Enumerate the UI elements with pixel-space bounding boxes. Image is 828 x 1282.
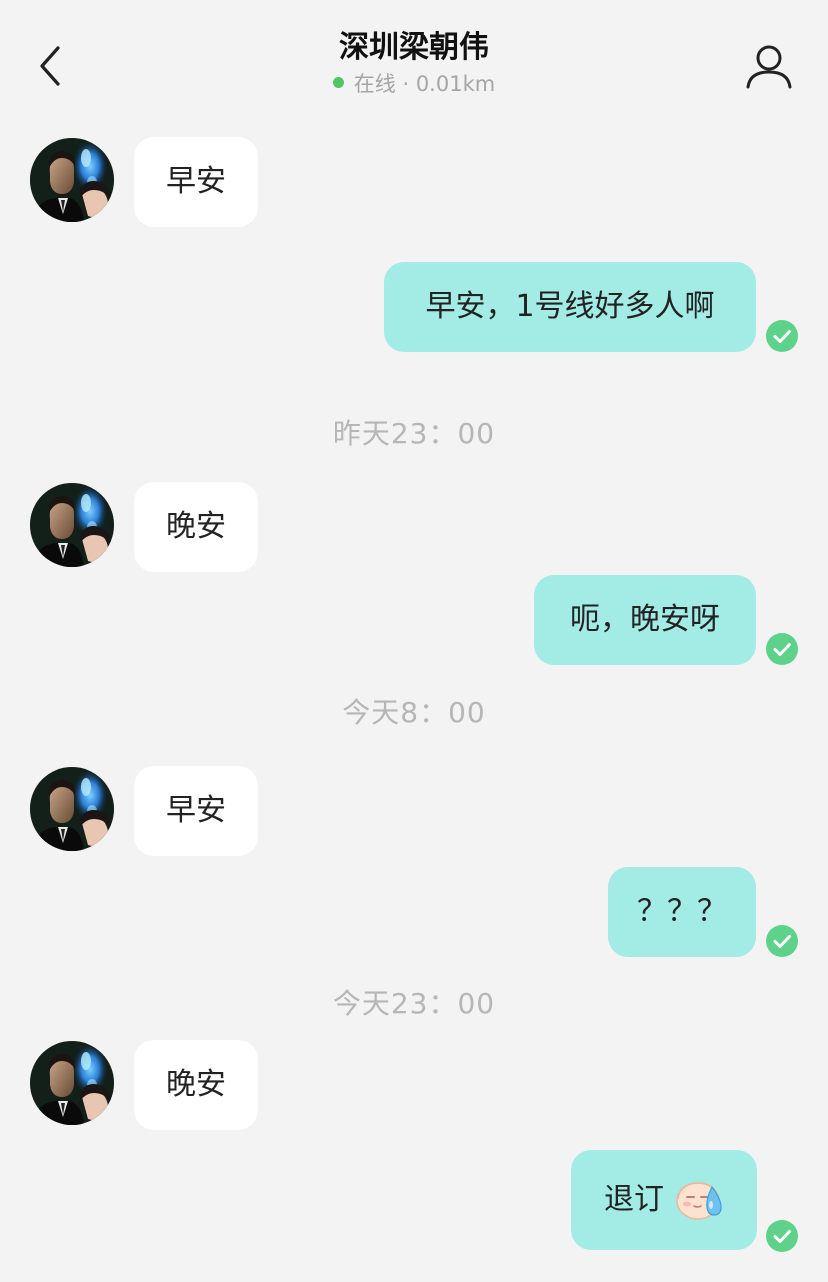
contact-avatar[interactable] (30, 138, 114, 222)
timestamp: 今天23：00 (332, 987, 496, 1020)
outgoing-message[interactable]: 呃，晚安呀 (534, 575, 756, 665)
outgoing-message[interactable]: 退订 (571, 1150, 757, 1250)
person-icon (746, 45, 792, 89)
chat-title: 深圳梁朝伟 (339, 30, 489, 65)
incoming-message[interactable]: 晚安 (134, 1040, 258, 1130)
contact-avatar[interactable] (30, 483, 114, 567)
timestamp: 今天8：00 (342, 696, 486, 729)
timestamp: 昨天23：00 (332, 417, 496, 450)
outgoing-message[interactable]: ？？？ (608, 867, 756, 957)
incoming-message[interactable]: 早安 (134, 766, 258, 856)
contact-avatar[interactable] (30, 767, 114, 851)
chat-status: 在线 · 0.01km (0, 70, 828, 98)
check-circle-icon (766, 1220, 798, 1252)
outgoing-message[interactable]: 早安，1号线好多人啊 (384, 262, 756, 352)
incoming-message[interactable]: 晚安 (134, 482, 258, 572)
incoming-message[interactable]: 早安 (134, 137, 258, 227)
status-text: 在线 · 0.01km (353, 72, 496, 96)
profile-button[interactable] (742, 40, 796, 94)
online-dot-icon (332, 77, 344, 88)
message-text: 退订 (604, 1182, 664, 1217)
contact-avatar[interactable] (30, 1041, 114, 1125)
check-circle-icon (766, 633, 798, 665)
check-circle-icon (766, 925, 798, 957)
sweat-face-emoji (676, 1181, 722, 1220)
chat-header: 深圳梁朝伟 在线 · 0.01km (0, 0, 828, 110)
check-circle-icon (766, 320, 798, 352)
